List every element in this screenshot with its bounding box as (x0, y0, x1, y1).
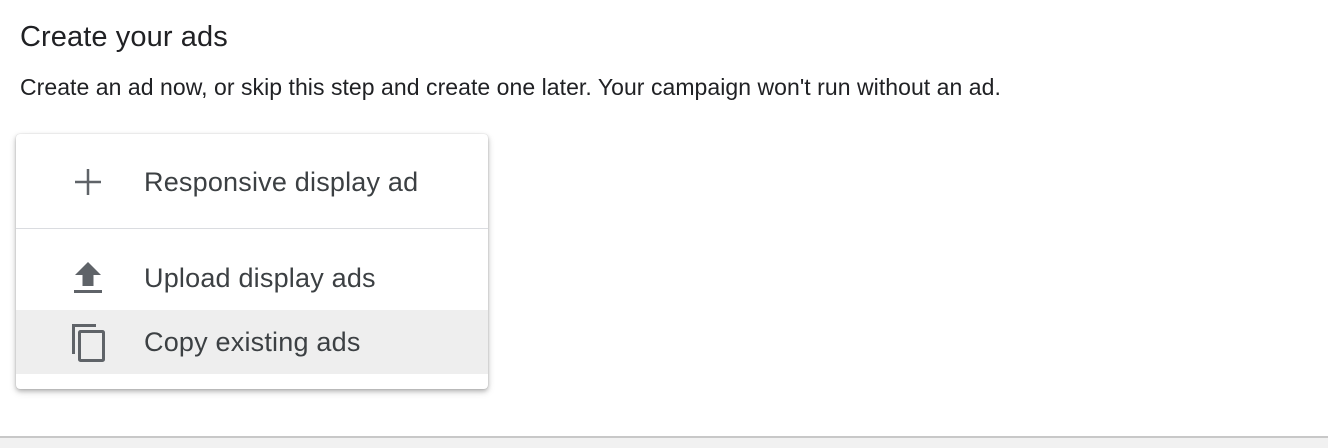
page-description: Create an ad now, or skip this step and … (20, 74, 1001, 100)
menu-item-upload-display-ads[interactable]: Upload display ads (16, 246, 488, 310)
section-bottom-shade (0, 438, 1328, 448)
upload-icon (64, 254, 112, 302)
menu-item-copy-existing-ads[interactable]: Copy existing ads (16, 310, 488, 374)
create-ad-menu: Responsive display ad Upload display ads… (16, 134, 488, 389)
copy-icon (64, 318, 112, 366)
menu-divider (16, 228, 488, 229)
page-title: Create your ads (20, 21, 228, 53)
plus-icon (64, 158, 112, 206)
menu-item-label: Copy existing ads (144, 327, 361, 357)
menu-item-label: Upload display ads (144, 263, 376, 293)
menu-item-label: Responsive display ad (144, 167, 419, 197)
menu-item-responsive-display-ad[interactable]: Responsive display ad (16, 134, 488, 228)
